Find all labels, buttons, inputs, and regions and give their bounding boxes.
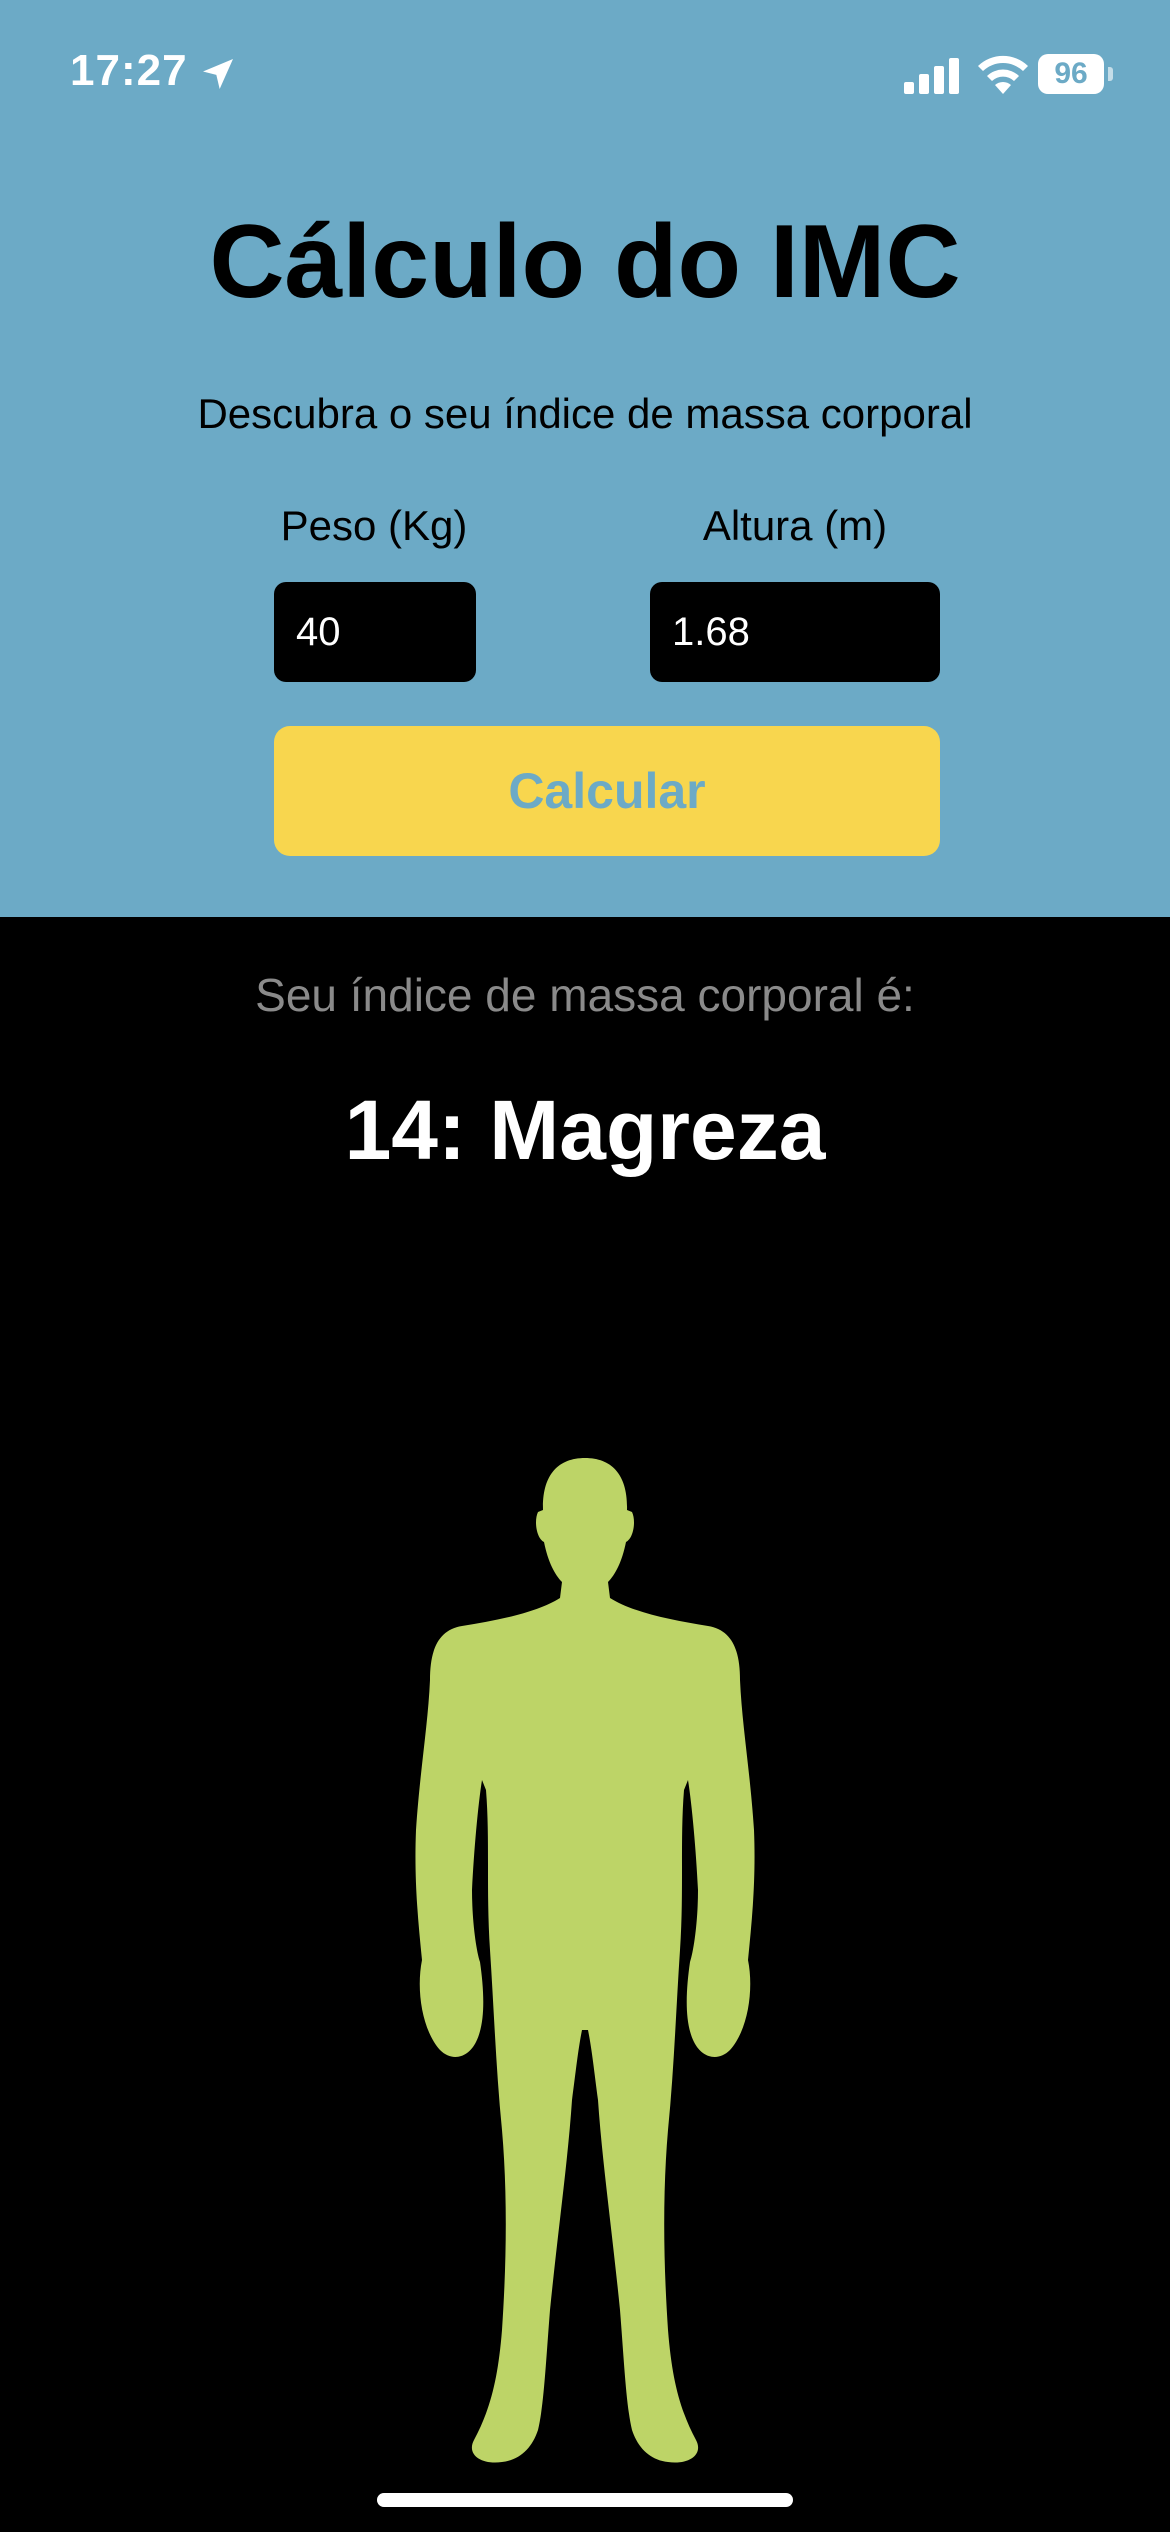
status-time: 17:27 <box>70 46 188 95</box>
battery-icon: 96 <box>1038 54 1114 94</box>
home-indicator[interactable] <box>377 2493 793 2507</box>
status-bar: 17:27 96 <box>0 0 1170 140</box>
height-label: Altura (m) <box>702 502 888 549</box>
height-input[interactable]: 1.68 <box>650 582 940 682</box>
wifi-icon <box>978 55 1028 94</box>
top-panel: 17:27 96 Cálculo do IMC Descubra o seu í… <box>0 0 1170 917</box>
location-arrow-icon <box>203 59 233 89</box>
result-value: 14: Magreza <box>344 1083 826 1177</box>
page-subtitle: Descubra o seu índice de massa corporal <box>197 390 973 437</box>
weight-label: Peso (Kg) <box>280 502 468 549</box>
calculate-button[interactable]: Calcular <box>274 726 940 856</box>
cellular-signal-icon <box>904 58 959 94</box>
page-title: Cálculo do IMC <box>209 204 961 320</box>
result-caption: Seu índice de massa corporal é: <box>255 969 915 1021</box>
battery-cap <box>1108 67 1113 81</box>
screen: 17:27 96 Cálculo do IMC Descubra o seu í… <box>0 0 1170 2532</box>
battery-level: 96 <box>1054 57 1088 90</box>
weight-input[interactable]: 40 <box>274 582 476 682</box>
body-silhouette-icon <box>415 1458 755 2463</box>
